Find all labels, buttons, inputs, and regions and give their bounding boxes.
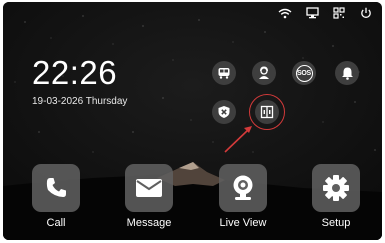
camera-icon xyxy=(233,175,253,200)
phone-icon xyxy=(46,178,66,197)
setup-button[interactable] xyxy=(312,164,360,212)
call-button[interactable] xyxy=(32,164,80,212)
envelope-icon xyxy=(136,179,162,197)
device-screen: 22:26 19-03-2026 Thursday SOS Call Messa… xyxy=(3,2,382,240)
setup-label: Setup xyxy=(321,217,351,229)
message-button[interactable] xyxy=(125,164,173,212)
call-label: Call xyxy=(46,217,66,229)
gear-icon xyxy=(323,175,349,201)
message-label: Message xyxy=(126,217,172,229)
live-view-button[interactable] xyxy=(219,164,267,212)
live-view-label: Live View xyxy=(219,217,267,229)
